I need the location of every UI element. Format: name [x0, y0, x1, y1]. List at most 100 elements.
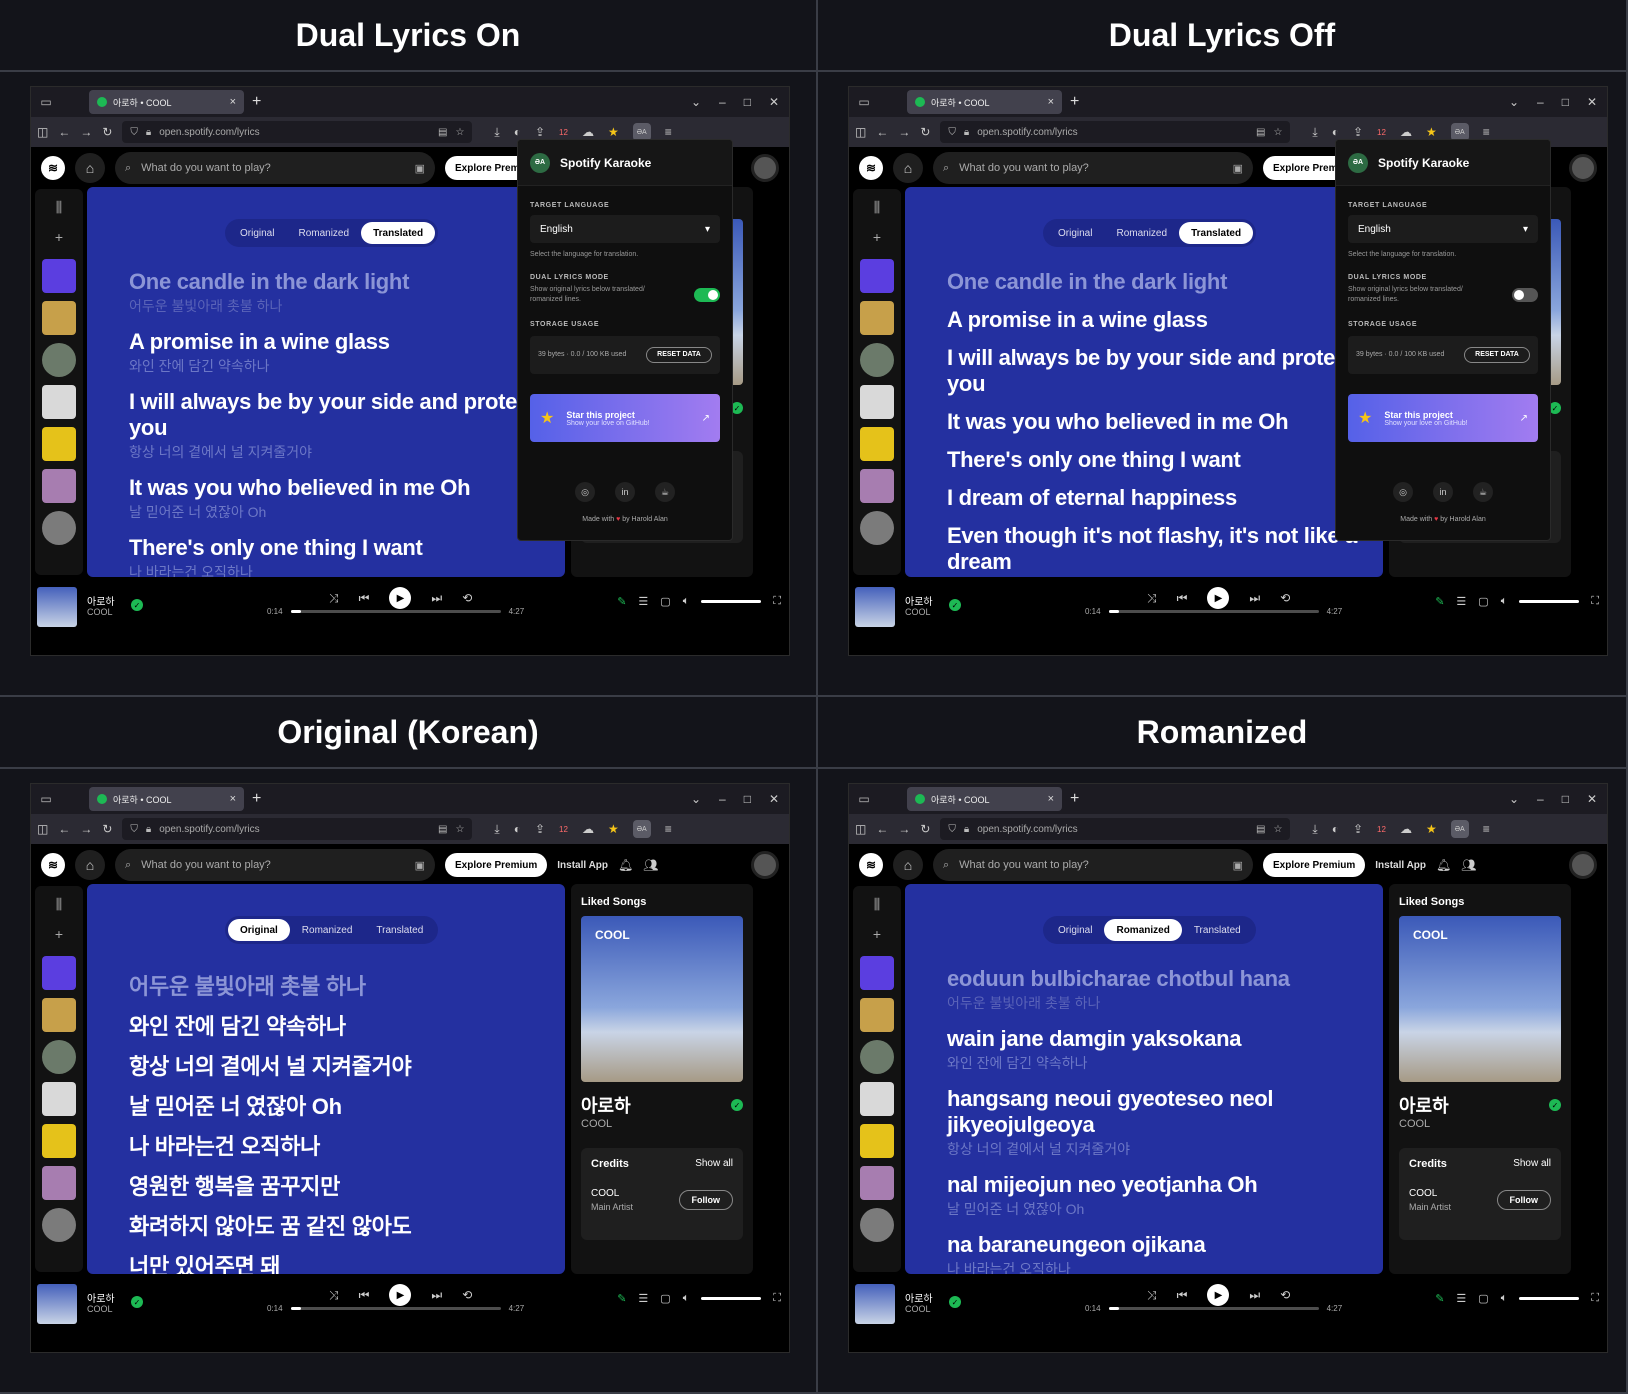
tab-list-icon[interactable]: ▭: [31, 87, 61, 117]
lyric-line[interactable]: One candle in the dark light: [947, 269, 1367, 295]
coffee-icon[interactable]: ☕︎: [655, 482, 675, 502]
reset-data-button[interactable]: RESET DATA: [1464, 347, 1530, 363]
star-extension-icon[interactable]: ★: [1426, 125, 1437, 139]
lyric-line[interactable]: A promise in a wine glass: [947, 307, 1367, 333]
chevron-down-icon[interactable]: ⌄: [1509, 792, 1519, 806]
previous-icon[interactable]: ⏮: [1177, 591, 1188, 606]
sidebar-icon[interactable]: ◫: [37, 822, 48, 836]
lyric-line[interactable]: 너만 있어주면 돼: [129, 1254, 549, 1274]
extension-moon-icon[interactable]: ◐: [1332, 125, 1339, 139]
lyric-line[interactable]: It was you who believed in me Oh 날 믿어준 너 …: [129, 475, 549, 521]
spotify-logo-icon[interactable]: ≋: [41, 853, 65, 877]
progress-bar[interactable]: [1108, 610, 1319, 613]
reader-icon[interactable]: ▤: [438, 127, 447, 138]
browser-tab[interactable]: 아로하 • COOL ×: [907, 787, 1062, 811]
close-tab-icon[interactable]: ×: [1048, 96, 1054, 108]
new-tab-icon[interactable]: +: [1070, 790, 1079, 808]
menu-icon[interactable]: ≡: [665, 822, 672, 836]
device-icon[interactable]: ▢: [660, 595, 670, 608]
now-playing-artist[interactable]: COOL: [1389, 1118, 1571, 1130]
download-icon[interactable]: ⤓: [494, 822, 499, 837]
new-tab-icon[interactable]: +: [1070, 93, 1079, 111]
player-title[interactable]: 아로하: [905, 593, 933, 608]
playlist-cover[interactable]: [42, 301, 76, 335]
spotify-logo-icon[interactable]: ≋: [859, 853, 883, 877]
playlist-cover[interactable]: [42, 427, 76, 461]
explore-premium-button[interactable]: Explore Premium: [1263, 853, 1366, 877]
bookmark-star-icon[interactable]: ☆: [1273, 824, 1282, 835]
tab-list-icon[interactable]: ▭: [849, 87, 879, 117]
add-icon[interactable]: +: [873, 229, 881, 251]
mode-tab-original[interactable]: Original: [228, 919, 290, 941]
artist-cover[interactable]: [860, 343, 894, 377]
artist-cover[interactable]: [42, 511, 76, 545]
bell-icon[interactable]: 🔔︎: [618, 858, 633, 872]
player-title[interactable]: 아로하: [87, 593, 115, 608]
mode-tab-translated[interactable]: Translated: [361, 222, 436, 244]
show-all-link[interactable]: Show all: [1513, 1158, 1551, 1170]
playlist-cover[interactable]: [860, 301, 894, 335]
forward-icon[interactable]: →: [898, 125, 910, 139]
url-bar[interactable]: ⛉ 🔒︎ open.spotify.com/lyrics ▤ ☆: [122, 121, 473, 143]
maximize-icon[interactable]: □: [1562, 95, 1569, 109]
star-project-button[interactable]: ★ Star this project Show your love on Git…: [530, 394, 720, 442]
library-icon[interactable]: ⫼: [56, 896, 62, 918]
artist-cover[interactable]: [860, 511, 894, 545]
browser-tab[interactable]: 아로하 • COOL ×: [89, 90, 244, 114]
mode-tab-translated[interactable]: Translated: [1182, 919, 1253, 941]
volume-slider[interactable]: [701, 1297, 762, 1300]
library-icon[interactable]: ⫼: [56, 199, 62, 221]
saved-check-icon[interactable]: ✓: [1549, 1099, 1561, 1111]
previous-icon[interactable]: ⏮: [359, 591, 370, 606]
now-playing-title[interactable]: 아로하: [1399, 1092, 1449, 1118]
lyric-line[interactable]: 날 믿어준 너 였잖아 Oh: [129, 1094, 549, 1120]
extension-badge-icon[interactable]: 12: [559, 825, 568, 834]
maximize-icon[interactable]: □: [1562, 792, 1569, 806]
sidebar-icon[interactable]: ◫: [37, 125, 48, 139]
dual-lyrics-toggle[interactable]: [1512, 288, 1538, 302]
playlist-cover[interactable]: [860, 1082, 894, 1116]
shuffle-icon[interactable]: ⤨: [329, 1288, 339, 1303]
avatar[interactable]: [1569, 851, 1597, 879]
star-extension-icon[interactable]: ★: [608, 125, 619, 139]
chevron-down-icon[interactable]: ⌄: [1509, 95, 1519, 109]
browser-tab[interactable]: 아로하 • COOL ×: [89, 787, 244, 811]
player-artist[interactable]: COOL: [905, 1304, 931, 1314]
download-icon[interactable]: ⤓: [1312, 822, 1317, 837]
star-extension-icon[interactable]: ★: [1426, 822, 1437, 836]
lyric-line[interactable]: 화려하지 않아도 꿈 같진 않아도: [129, 1214, 549, 1240]
maximize-icon[interactable]: □: [744, 95, 751, 109]
extension-moon-icon[interactable]: ◐: [514, 125, 521, 139]
volume-slider[interactable]: [701, 600, 762, 603]
player-title[interactable]: 아로하: [905, 1290, 933, 1305]
install-app-link[interactable]: Install App: [557, 860, 608, 871]
add-icon[interactable]: +: [55, 229, 63, 251]
device-icon[interactable]: ▢: [660, 1292, 670, 1305]
player-cover[interactable]: [855, 1284, 895, 1324]
liked-songs-cover[interactable]: [42, 956, 76, 990]
bookmark-star-icon[interactable]: ☆: [1273, 127, 1282, 138]
follow-button[interactable]: Follow: [678, 1190, 733, 1210]
saved-check-icon[interactable]: ✓: [731, 1099, 743, 1111]
play-button[interactable]: ▶: [1207, 1284, 1230, 1306]
next-icon[interactable]: ⏭: [1249, 1288, 1260, 1303]
cloud-icon[interactable]: ☁: [582, 822, 594, 836]
avatar[interactable]: [751, 154, 779, 182]
show-all-link[interactable]: Show all: [695, 1158, 733, 1170]
bookmark-star-icon[interactable]: ☆: [455, 824, 464, 835]
lyric-line[interactable]: nal mijeojun neo yeotjanha Oh 날 믿어준 너 였잖아…: [947, 1172, 1367, 1218]
search-input[interactable]: ⌕ What do you want to play? ▣: [115, 849, 435, 881]
avatar[interactable]: [1569, 154, 1597, 182]
dual-lyrics-toggle[interactable]: [694, 288, 720, 302]
progress-bar[interactable]: [290, 1307, 501, 1310]
player-cover[interactable]: [37, 1284, 77, 1324]
lyric-line[interactable]: 영원한 행복을 꿈꾸지만: [129, 1174, 549, 1200]
fullscreen-icon[interactable]: ⛶: [1591, 1292, 1599, 1305]
volume-icon[interactable]: 🔈︎: [1501, 595, 1508, 608]
extension-moon-icon[interactable]: ◐: [514, 822, 521, 836]
lyric-line[interactable]: 항상 너의 곁에서 널 지켜줄거야: [129, 1054, 549, 1080]
volume-icon[interactable]: 🔈︎: [1501, 1292, 1508, 1305]
progress-bar[interactable]: [1108, 1307, 1319, 1310]
player-cover[interactable]: [855, 587, 895, 627]
library-icon[interactable]: ⫼: [874, 199, 880, 221]
